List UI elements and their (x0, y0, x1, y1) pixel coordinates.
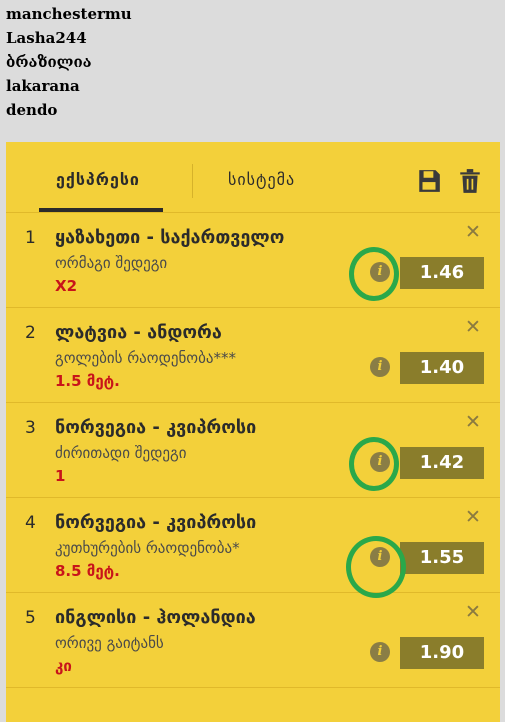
bet-match: ყაზახეთი - საქართველო (55, 227, 285, 248)
bet-market: გოლების რაოდენობა*** (55, 349, 236, 367)
bet-market: ორივე გაიტანს (55, 634, 164, 652)
user-name: dendo (6, 101, 58, 119)
bet-selection: 8.5 მეტ. (55, 562, 120, 580)
user-name: Lasha244 (6, 29, 87, 47)
bet-row: 5 ინგლისი - ჰოლანდია ორივე გაიტანს კი ✕ … (6, 593, 500, 688)
info-icon[interactable]: i (370, 262, 390, 282)
trash-icon[interactable] (457, 168, 483, 194)
bet-match: ნორვეგია - კვიპროსი (55, 512, 257, 533)
bet-row: 4 ნორვეგია - კვიპროსი კუთხურების რაოდენო… (6, 498, 500, 593)
close-icon[interactable]: ✕ (465, 221, 481, 243)
user-name: ბრაზილია (6, 53, 92, 71)
odds-button[interactable]: 1.46 (400, 257, 484, 289)
betslip-panel: ექსპრესი სისტემა 1 ყაზახეთი - საქართველო… (6, 142, 500, 722)
active-tab-indicator (39, 208, 163, 212)
bet-match: ინგლისი - ჰოლანდია (55, 607, 256, 628)
bet-market: კუთხურების რაოდენობა* (55, 539, 240, 557)
user-name: lakarana (6, 77, 80, 95)
bet-number: 4 (25, 513, 36, 533)
user-list: manchestermu Lasha244 ბრაზილია lakarana … (6, 2, 132, 122)
tab-divider (192, 164, 193, 198)
bet-number: 5 (25, 608, 36, 628)
bet-match: ლატვია - ანდორა (55, 322, 222, 343)
info-icon[interactable]: i (370, 357, 390, 377)
save-icon[interactable] (416, 168, 442, 194)
bet-row: 1 ყაზახეთი - საქართველო ორმაგი შედეგი X2… (6, 213, 500, 308)
bet-number: 2 (25, 323, 36, 343)
bet-number: 3 (25, 418, 36, 438)
odds-button[interactable]: 1.90 (400, 637, 484, 669)
bet-market: ძირითადი შედეგი (55, 444, 187, 462)
tab-express[interactable]: ექსპრესი (56, 170, 140, 189)
bet-market: ორმაგი შედეგი (55, 254, 168, 272)
info-icon[interactable]: i (370, 642, 390, 662)
tab-system[interactable]: სისტემა (228, 170, 295, 189)
close-icon[interactable]: ✕ (465, 316, 481, 338)
info-icon[interactable]: i (370, 547, 390, 567)
bet-selection: X2 (55, 277, 78, 295)
odds-button[interactable]: 1.42 (400, 447, 484, 479)
close-icon[interactable]: ✕ (465, 411, 481, 433)
user-name: manchestermu (6, 5, 132, 23)
bet-row: 2 ლატვია - ანდორა გოლების რაოდენობა*** 1… (6, 308, 500, 403)
bet-selection: 1 (55, 467, 66, 485)
bet-row: 3 ნორვეგია - კვიპროსი ძირითადი შედეგი 1 … (6, 403, 500, 498)
bet-match: ნორვეგია - კვიპროსი (55, 417, 257, 438)
close-icon[interactable]: ✕ (465, 506, 481, 528)
bet-number: 1 (25, 228, 36, 248)
betslip-tabs: ექსპრესი სისტემა (6, 142, 500, 213)
odds-button[interactable]: 1.55 (400, 542, 484, 574)
info-icon[interactable]: i (370, 452, 390, 472)
odds-button[interactable]: 1.40 (400, 352, 484, 384)
bet-selection: 1.5 მეტ. (55, 372, 120, 390)
bet-selection: კი (55, 657, 72, 675)
close-icon[interactable]: ✕ (465, 601, 481, 623)
